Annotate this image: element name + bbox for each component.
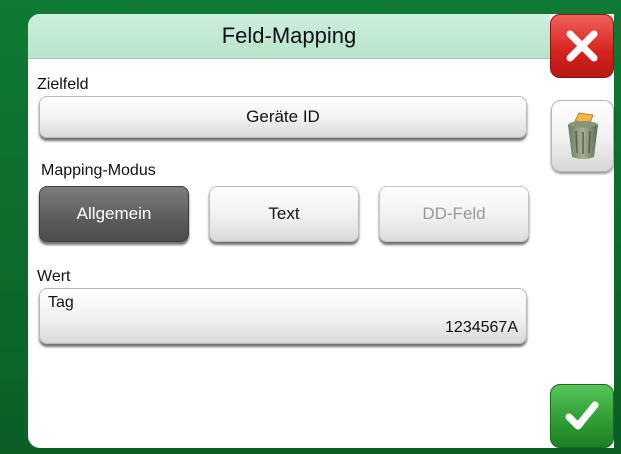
close-x-icon: [566, 30, 598, 62]
value-field-value: 1234567A: [445, 319, 518, 336]
confirm-button[interactable]: [550, 384, 614, 448]
target-field-button[interactable]: Geräte ID: [39, 96, 527, 138]
value-field-button[interactable]: Tag 1234567A: [39, 288, 527, 344]
target-field-value: Geräte ID: [246, 107, 320, 126]
target-field-label: Zielfeld: [37, 76, 89, 93]
mode-text-button[interactable]: Text: [209, 186, 359, 242]
mapping-mode-label: Mapping-Modus: [41, 162, 156, 179]
mode-allgemein-button[interactable]: Allgemein: [39, 186, 189, 242]
dialog-title: Feld-Mapping: [28, 14, 550, 59]
checkmark-icon: [565, 401, 599, 430]
trash-can-icon: [567, 112, 598, 159]
close-button[interactable]: [550, 14, 614, 78]
dialog-panel: Feld-Mapping Zielfeld Geräte ID Mapping-…: [28, 14, 614, 448]
delete-button[interactable]: [551, 100, 614, 172]
value-field-name: Tag: [48, 294, 74, 311]
value-field-label: Wert: [37, 268, 71, 285]
mode-dd-feld-button: DD-Feld: [379, 186, 529, 242]
